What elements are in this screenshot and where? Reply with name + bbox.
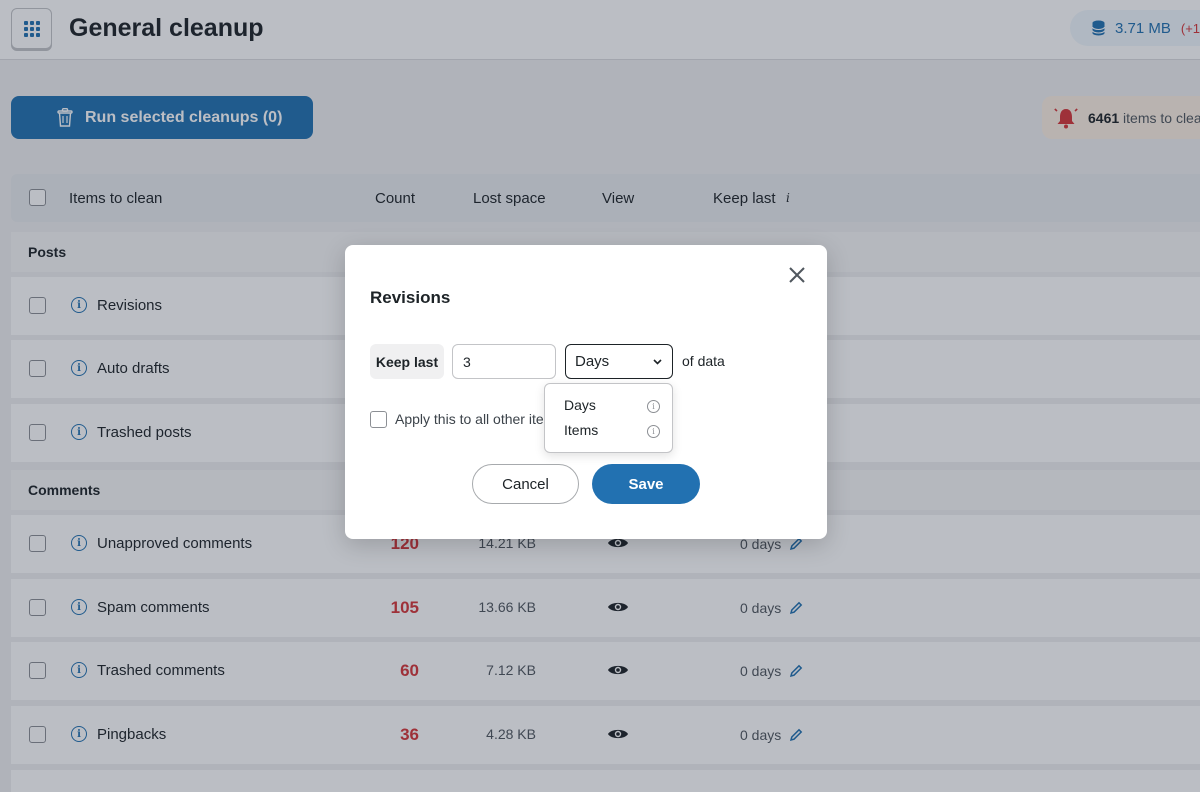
keep-last-label: Keep last [370, 344, 444, 379]
info-icon[interactable]: i [647, 400, 660, 413]
unit-option-items[interactable]: Items i [564, 422, 660, 442]
chevron-down-icon [653, 359, 662, 365]
save-button[interactable]: Save [592, 464, 700, 504]
unit-select-value: Days [575, 353, 610, 370]
unit-dropdown-menu: Days i Items i [544, 383, 673, 453]
dialog-title: Revisions [370, 288, 451, 307]
info-icon[interactable]: i [647, 425, 660, 438]
unit-option-days[interactable]: Days i [564, 397, 660, 417]
unit-select[interactable]: Days [565, 344, 673, 379]
of-data-label: of data [682, 353, 725, 369]
unit-option-label: Days [564, 397, 596, 413]
keep-last-value-input[interactable] [452, 344, 556, 379]
keep-last-dialog: Revisions Keep last Days of data Apply t… [345, 245, 827, 539]
unit-option-label: Items [564, 422, 599, 438]
apply-to-all-label[interactable]: Apply this to all other ite [395, 411, 545, 427]
apply-to-all-checkbox[interactable] [370, 411, 387, 428]
cancel-button[interactable]: Cancel [472, 464, 579, 504]
close-icon[interactable] [787, 265, 807, 285]
